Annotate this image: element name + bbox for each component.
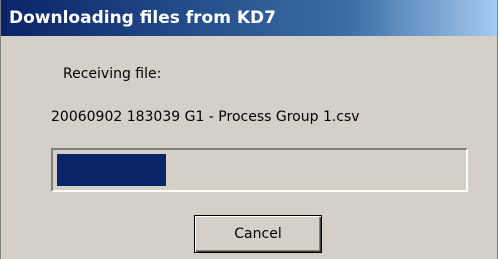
download-dialog: Downloading files from KD7 Receiving fil… bbox=[0, 0, 498, 259]
cancel-button[interactable]: Cancel bbox=[194, 215, 322, 253]
progress-bar bbox=[51, 148, 468, 192]
window-title: Downloading files from KD7 bbox=[9, 8, 276, 28]
filename-label: 20060902 183039 G1 - Process Group 1.csv bbox=[51, 109, 360, 125]
progress-fill bbox=[57, 154, 166, 186]
cancel-button-label: Cancel bbox=[234, 226, 282, 242]
title-bar[interactable]: Downloading files from KD7 bbox=[1, 0, 497, 36]
status-label: Receiving file: bbox=[63, 66, 162, 82]
